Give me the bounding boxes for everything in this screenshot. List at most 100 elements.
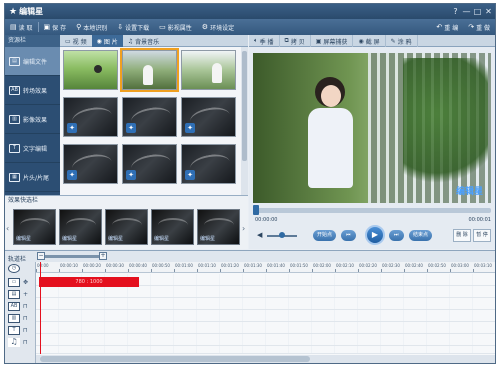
lock-icon[interactable]: ⊓ [23,303,28,310]
help-button[interactable]: ? [450,6,461,17]
track-row-effect[interactable] [36,298,495,310]
tab-image[interactable]: ◉ 图 片 [91,35,123,47]
redo-button[interactable]: ↷ 重 做 [463,19,495,35]
timeline-header: 轨道栏 − + [5,250,495,263]
zoom-in-icon[interactable]: + [99,252,107,260]
transition-icon: AB [9,85,20,95]
close-button[interactable]: ✕ [483,6,494,17]
audio-button[interactable]: 🔈︎ 季 播 [249,35,280,47]
plus-icon[interactable]: + [23,291,28,298]
media-thumbnail[interactable]: ✦ [181,144,236,184]
next-icon[interactable]: ⏭ [389,230,404,241]
track-row-title[interactable] [36,322,495,334]
doodle-button[interactable]: ✎ 涂 鸦 [386,35,418,47]
lock-icon[interactable]: ⊓ [23,327,28,334]
film-strip-icon[interactable]: ▭ [8,278,20,287]
zoom-out-icon[interactable]: − [37,252,45,260]
scroll-right-icon[interactable]: › [242,224,245,233]
seek-handle[interactable] [253,205,259,215]
sidebar-item-edit-file[interactable]: ▤ 编辑文件 [5,47,60,76]
effect-item[interactable]: 编辑星 [151,209,194,245]
ruler-tick-label: 00:02:40 [405,263,423,268]
tab-video[interactable]: ▭ 视 频 [60,35,92,47]
effect-item[interactable]: 编辑星 [197,209,240,245]
media-thumbnail[interactable] [63,50,118,90]
copy-button[interactable]: ⧉ 拷 贝 [280,35,311,47]
effect-item[interactable]: 编辑星 [105,209,148,245]
sidebar-item-title-ending[interactable]: ▦ 片头/片尾 [5,163,60,192]
volume-control[interactable]: ◀︎ [257,231,297,239]
gear-icon: ⚙ [201,23,209,31]
open-button[interactable]: ▤ 读 取 [5,19,38,35]
media-thumbnail[interactable]: ✦ [63,97,118,137]
effect-art [20,218,50,232]
lock-icon[interactable]: ⊓ [23,339,28,346]
resource-sidebar: 资源栏 ▤ 编辑文件 AB 转场效果 ▥ 影像效果 T 文字编辑 ▦ 片头/片尾 [5,35,60,195]
track-row-image[interactable] [36,286,495,298]
sidebar-item-image-effect[interactable]: ▥ 影像效果 [5,105,60,134]
start-point-button[interactable]: 开始点 [313,230,337,241]
video-preview[interactable]: 编辑星 [253,53,491,203]
track-row-text[interactable] [36,310,495,322]
screen-capture-button[interactable]: ▣ 屏幕捕获 [311,35,354,47]
media-thumbnail[interactable]: ✦ [122,97,177,137]
pause-button[interactable]: 暂 停 [473,229,491,242]
effect-item[interactable]: 编辑星 [13,209,56,245]
environment-settings-button[interactable]: ⚙ 环境设定 [197,19,239,35]
track-header: T ⊓ [8,325,34,336]
time-ruler[interactable]: 00:00 00:00:10 00:00:20 00:00:30 00:00:40 00:… [36,262,495,273]
media-thumbnail[interactable]: ✦ [122,144,177,184]
timeline-clip[interactable]: 780 : 1000 [39,277,139,287]
ruler-tick-mark [243,269,244,272]
tab-music[interactable]: ♫ 背景音乐 [123,35,164,47]
end-point-button[interactable]: 结束点 [409,230,433,241]
maximize-button[interactable]: □ [472,6,483,17]
screenshot-button[interactable]: ◉ 截 屏 [353,35,386,47]
media-thumbnail[interactable]: ✦ [181,97,236,137]
ruler-tick-label: 00:00:10 [60,263,78,268]
playhead[interactable] [40,262,41,354]
title-track-icon[interactable]: T [8,326,20,335]
timeline-scrollbar[interactable] [36,355,495,363]
ruler-tick-label: 00:02:10 [336,263,354,268]
effects-quick-strip: 效果快选栏 ‹ 编辑星 编辑星 编辑星 编辑星 编辑星 › [5,195,248,249]
minimize-button[interactable]: — [461,6,472,17]
download-settings-button[interactable]: ⇩ 设置下载 [112,19,154,35]
effect-art [158,218,188,232]
media-thumbnail-selected[interactable] [120,48,179,92]
download-icon: ⇩ [117,23,124,31]
scroll-left-icon[interactable]: ‹ [6,224,9,233]
track-row-music[interactable] [36,334,495,346]
previous-icon[interactable]: ⏮ [341,230,356,241]
image-track-icon[interactable]: ▤ [8,290,20,299]
delete-button[interactable]: 删 除 [453,229,471,242]
scrollbar-thumb[interactable] [242,51,247,161]
media-thumbnail[interactable]: ✦ [63,144,118,184]
track-row-extra[interactable] [36,346,495,354]
move-icon[interactable]: ✥ [23,279,28,286]
sidebar-item-transition[interactable]: AB 转场效果 [5,76,60,105]
sidebar-item-text-edit[interactable]: T 文字编辑 [5,134,60,163]
local-scan-button[interactable]: ⚲ 本地识别 [71,19,112,35]
ruler-tick-label: 00:00:50 [152,263,170,268]
scrollbar-thumb[interactable] [40,356,310,362]
play-icon[interactable]: ▶ [365,225,385,245]
text-track-icon[interactable]: ▥ [8,314,20,323]
save-icon: ▣ [43,23,51,31]
library-scrollbar[interactable] [241,47,248,195]
film-properties-button[interactable]: ▭ 影视属性 [154,19,197,35]
zoom-slider[interactable]: − + [37,252,107,260]
media-thumbnail[interactable] [181,50,236,90]
seek-bar[interactable] [253,205,491,215]
ruler-tick-mark [358,269,359,272]
ruler-tick-mark [151,269,152,272]
ruler-tick-mark [105,269,106,272]
effect-track-icon[interactable]: AB [8,302,20,311]
effect-item[interactable]: 编辑星 [59,209,102,245]
lock-icon[interactable]: ⊓ [23,315,28,322]
music-note-icon[interactable]: ♫ [8,338,20,347]
ruler-tick-label: 00:02:50 [428,263,446,268]
undo-button[interactable]: ↶ 重 编 [431,19,463,35]
save-button[interactable]: ▣ 保 存 [39,19,72,35]
volume-handle[interactable] [279,232,285,238]
